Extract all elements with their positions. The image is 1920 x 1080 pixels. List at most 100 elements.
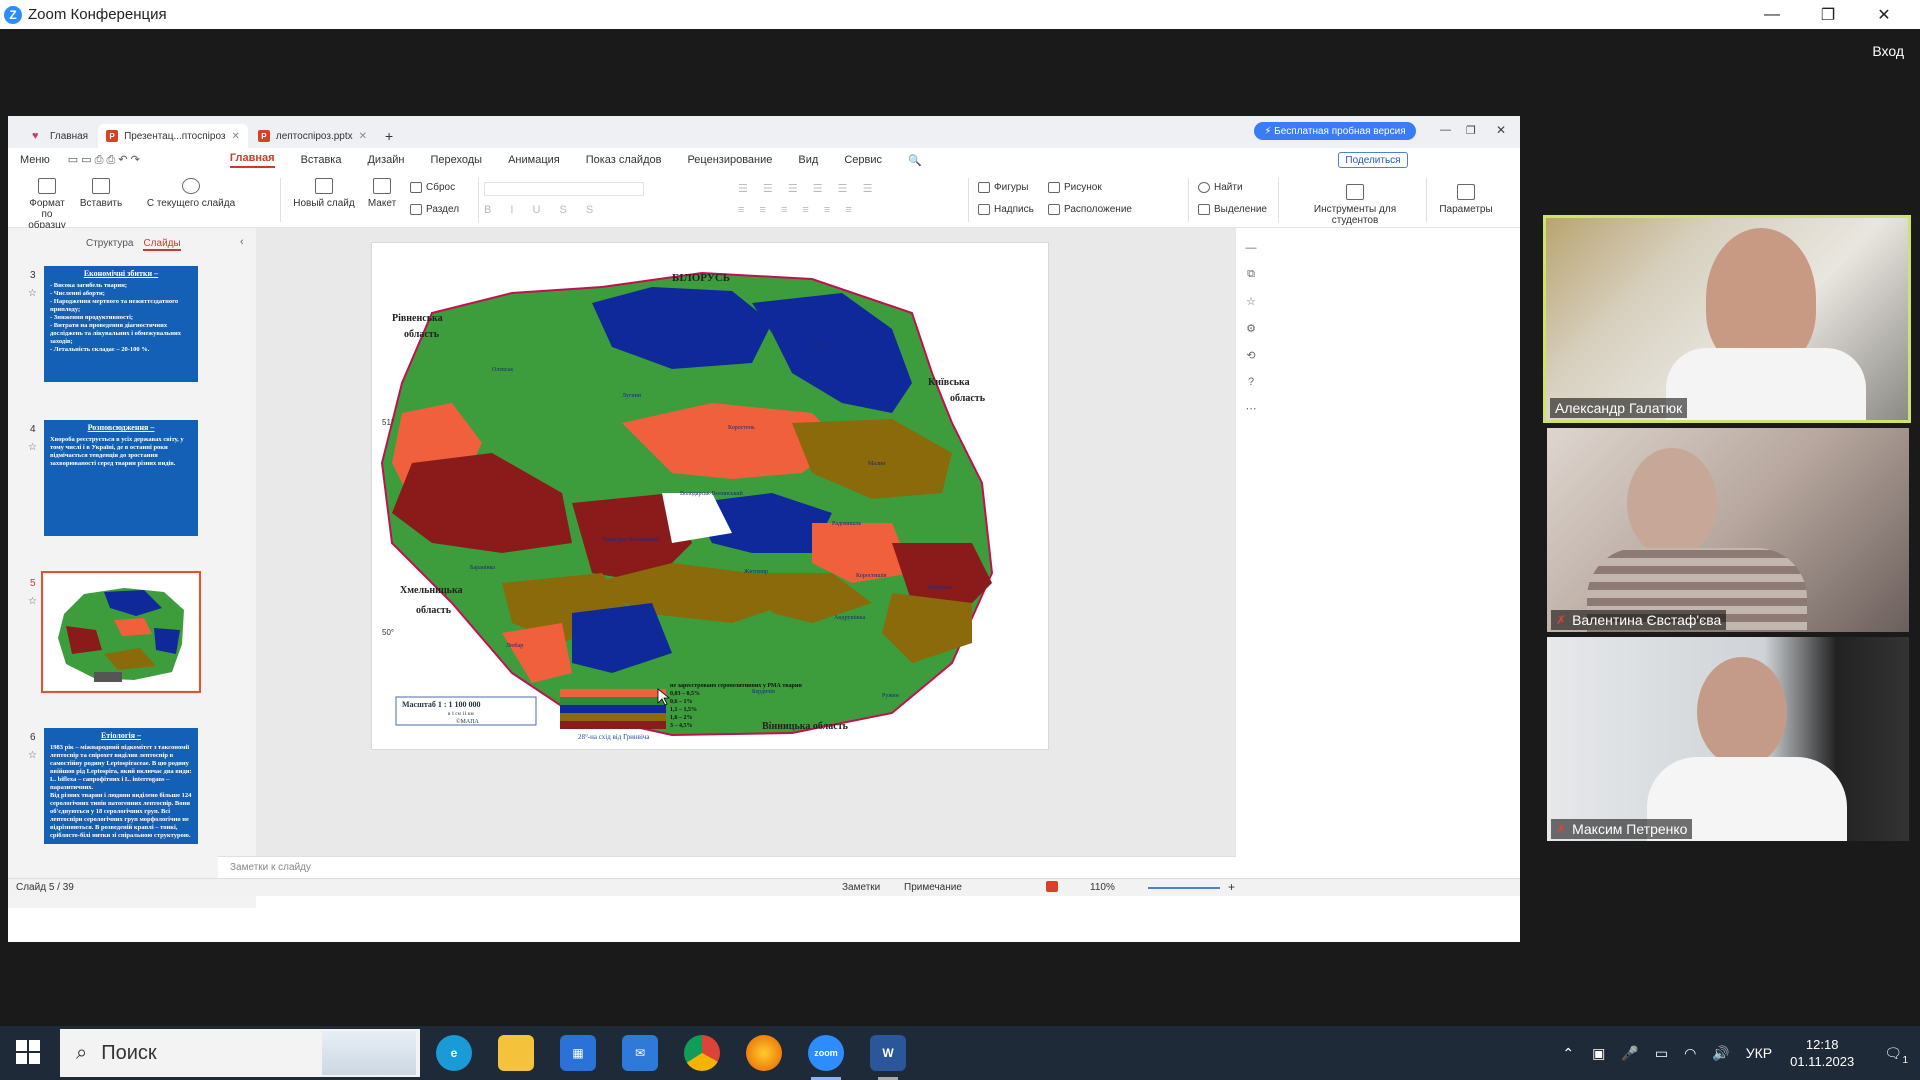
volume-icon[interactable]: 🔊 [1712, 1045, 1729, 1062]
mail-icon[interactable]: ✉ [622, 1035, 658, 1071]
window-restore-icon[interactable]: ❐ [1466, 124, 1476, 137]
tab-structure[interactable]: Структура [86, 238, 133, 251]
divider [1278, 178, 1279, 222]
slideshow-play-icon[interactable] [1046, 881, 1058, 892]
search-icon[interactable]: 🔍 [908, 154, 922, 167]
menu-home[interactable]: Главная [229, 152, 275, 168]
chrome-icon[interactable] [684, 1035, 720, 1071]
paragraph-buttons[interactable]: ☰ ☰ ☰ ☰ ☰ ☰ [738, 182, 878, 195]
format-painter-button[interactable]: Формат по образцу [26, 178, 68, 231]
participant-video-3[interactable]: ✗ Максим Петренко [1547, 637, 1909, 841]
zoom-in-icon[interactable]: + [1228, 880, 1235, 894]
tab-slides[interactable]: Слайды [143, 238, 181, 251]
slide-thumbnail-5[interactable] [41, 571, 201, 693]
notes-toggle[interactable]: Заметки [842, 882, 880, 893]
star-icon[interactable]: ☆ [28, 750, 37, 761]
presentation-icon: P [106, 130, 119, 142]
star-icon[interactable]: ☆ [28, 596, 37, 607]
firefox-icon[interactable] [746, 1035, 782, 1071]
battery-icon[interactable]: ▭ [1655, 1045, 1668, 1062]
wifi-icon[interactable]: ◠ [1684, 1045, 1696, 1062]
tab-leptospirosis[interactable]: P лептоспіроз.pptx ✕ [250, 124, 375, 148]
find-button[interactable]: Найти [1198, 182, 1243, 193]
menu-view[interactable]: Вид [798, 154, 818, 166]
paste-button[interactable]: Вставить [80, 178, 122, 209]
menu-insert[interactable]: Вставка [301, 154, 342, 166]
menu-transitions[interactable]: Переходы [430, 154, 482, 166]
picture-button[interactable]: Рисунок [1048, 182, 1102, 193]
close-tab-icon[interactable]: ✕ [359, 131, 367, 142]
slide-thumbnail-6[interactable]: Етіологія – 1983 рік – міжнародний підко… [44, 728, 198, 844]
clock[interactable]: 12:18 01.11.2023 [1790, 1036, 1854, 1070]
history-icon[interactable]: ⟲ [1236, 349, 1266, 362]
participant-video-1[interactable]: Александр Галатюк [1543, 215, 1911, 423]
settings-sliders-icon[interactable]: ⚙ [1236, 322, 1266, 335]
slide-thumbnail-4[interactable]: Розповсюдження – Хвороба реєструється в … [44, 420, 198, 536]
font-name-dropdown[interactable] [484, 182, 644, 196]
participant-video-2[interactable]: ✗ Валентина Євстаф'єва [1547, 428, 1909, 632]
microphone-icon[interactable]: 🎤 [1621, 1045, 1638, 1062]
chevron-up-icon[interactable]: ⌃ [1562, 1045, 1574, 1062]
select-button[interactable]: Выделение [1198, 204, 1267, 215]
menu-button[interactable]: Меню [20, 154, 50, 166]
slides-icon[interactable]: ⧉ [1236, 268, 1266, 281]
close-button[interactable]: ✕ [1856, 0, 1912, 29]
current-slide[interactable]: БІЛОРУСЬ Рівненська область Київська обл… [371, 242, 1049, 750]
arrange-button[interactable]: Расположение [1048, 204, 1132, 215]
play-from-current-button[interactable]: С текущего слайда [146, 178, 236, 209]
tab-home[interactable]: ♥ Главная [24, 124, 96, 148]
notifications-icon[interactable]: 🗨 1 [1884, 1045, 1908, 1066]
star-icon[interactable]: ☆ [1236, 295, 1266, 308]
close-tab-icon[interactable]: ✕ [231, 131, 239, 142]
legend-item: 0,03 – 0,5% [670, 691, 700, 697]
quick-access-toolbar[interactable]: ▭ ▭ ⎙ ⎙ ↶ ↷ [68, 153, 140, 167]
camera-icon[interactable]: ▣ [1592, 1045, 1605, 1062]
menu-animation[interactable]: Анимация [508, 154, 560, 166]
font-format-buttons[interactable]: B I U S S [484, 204, 601, 216]
star-icon[interactable]: ☆ [28, 442, 37, 453]
share-button[interactable]: Поделиться [1338, 152, 1408, 168]
thumb-body: - Висока загибель тварин; - Численні або… [50, 282, 181, 353]
zoom-level[interactable]: 110% [1090, 882, 1115, 893]
window-close-icon[interactable]: ✕ [1496, 123, 1506, 137]
menu-tools[interactable]: Сервис [844, 154, 882, 166]
taskbar-search[interactable]: ⌕ Поиск [60, 1029, 420, 1077]
parameters-button[interactable]: Параметры [1434, 184, 1498, 215]
help-icon[interactable]: ? [1236, 376, 1266, 388]
section-button[interactable]: Раздел [410, 204, 459, 215]
zoom-slider[interactable] [1148, 887, 1220, 889]
maximize-button[interactable]: ❐ [1800, 0, 1856, 29]
word-icon[interactable]: W [870, 1035, 906, 1071]
menu-slideshow[interactable]: Показ слайдов [586, 154, 662, 166]
new-tab-plus-icon[interactable]: + [377, 124, 401, 148]
language-indicator[interactable]: УКР [1746, 1045, 1772, 1061]
collapse-panel-icon[interactable]: ‹ [240, 236, 244, 248]
layout-button[interactable]: Макет [362, 178, 402, 209]
slide-notes-field[interactable]: Заметки к слайду [218, 856, 1236, 878]
store-icon[interactable]: ▦ [560, 1035, 596, 1071]
more-icon[interactable]: ⋯ [1236, 402, 1266, 415]
free-trial-button[interactable]: ⚡ Бесплатная пробная версия [1254, 122, 1416, 140]
window-min-icon[interactable]: — [1440, 124, 1451, 136]
edge-icon[interactable]: e [436, 1035, 472, 1071]
windows-start-icon[interactable] [16, 1040, 40, 1064]
collapse-icon[interactable]: — [1236, 242, 1266, 254]
shapes-button[interactable]: Фигуры [978, 182, 1028, 193]
tab-presentation[interactable]: P Презентац...птоспіроз ✕ [98, 124, 248, 148]
minimize-button[interactable]: — [1744, 0, 1800, 29]
comment-toggle[interactable]: Примечание [904, 882, 962, 893]
reset-button[interactable]: Сброс [410, 182, 455, 193]
textbox-button[interactable]: Надпись [978, 204, 1034, 215]
new-slide-button[interactable]: Новый слайд [290, 178, 358, 209]
legend-item: 1,1 – 1,5% [670, 707, 697, 713]
zoom-app-icon[interactable]: zoom [808, 1035, 844, 1071]
menu-review[interactable]: Рецензирование [687, 154, 772, 166]
muted-mic-icon: ✗ [1556, 613, 1567, 627]
file-explorer-icon[interactable] [498, 1035, 534, 1071]
menu-design[interactable]: Дизайн [367, 154, 404, 166]
align-buttons[interactable]: ≡ ≡ ≡ ≡ ≡ ≡ [738, 204, 858, 216]
login-button[interactable]: Вход [1872, 43, 1904, 59]
slide-thumbnail-3[interactable]: Економічні збитки – - Висока загибель тв… [44, 266, 198, 382]
student-tools-button[interactable]: Инструменты для студентов [1290, 184, 1420, 226]
star-icon[interactable]: ☆ [28, 288, 37, 299]
